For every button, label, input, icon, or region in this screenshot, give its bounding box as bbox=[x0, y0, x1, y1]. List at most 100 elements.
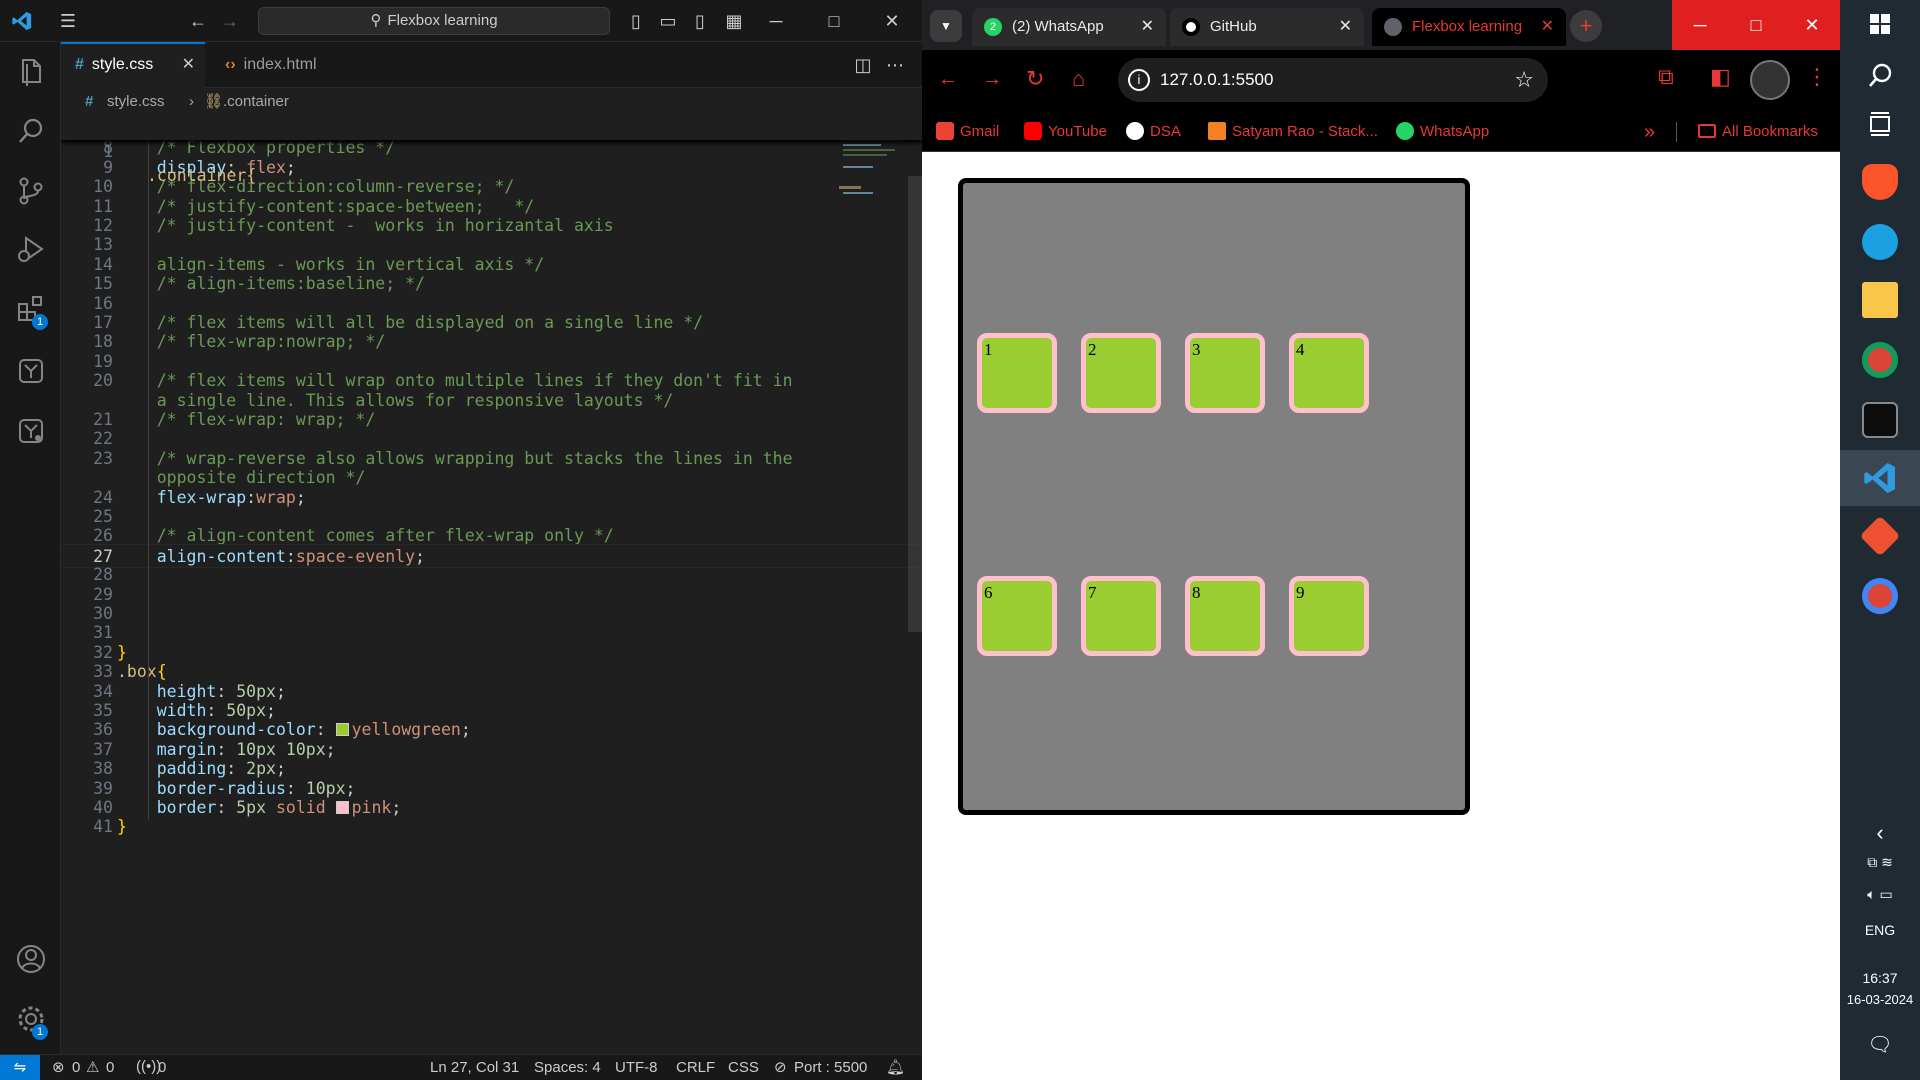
line-text: } bbox=[117, 817, 127, 837]
terminal-icon[interactable] bbox=[1862, 402, 1898, 438]
chrome-tab-github[interactable]: GitHub ✕ bbox=[1170, 8, 1364, 46]
reload-icon[interactable]: ↻ bbox=[1026, 66, 1044, 92]
back-arrow-icon[interactable]: ← bbox=[938, 68, 958, 91]
close-tab-icon[interactable]: ✕ bbox=[1339, 8, 1352, 46]
tray-icons-row-1[interactable]: ⧉ ≋ bbox=[1840, 854, 1920, 871]
close-window-button[interactable]: ✕ bbox=[1784, 0, 1840, 50]
bookmark-whatsapp[interactable]: WhatsApp bbox=[1396, 112, 1489, 152]
volume-battery-icons[interactable]: 🔈︎ ▭ bbox=[1840, 886, 1920, 903]
profile-avatar[interactable] bbox=[1750, 60, 1790, 100]
indentation[interactable]: Spaces: 4 bbox=[534, 1059, 601, 1076]
error-icon: ⊗ bbox=[52, 1059, 65, 1076]
more-actions-icon[interactable]: ⋯ bbox=[881, 53, 909, 77]
warning-count[interactable]: 0 bbox=[106, 1059, 114, 1076]
home-icon[interactable]: ⌂ bbox=[1072, 66, 1085, 92]
task-view-icon[interactable] bbox=[1862, 106, 1898, 142]
explorer-icon[interactable] bbox=[14, 54, 48, 88]
all-bookmarks[interactable]: All Bookmarks bbox=[1698, 112, 1818, 152]
extensions-icon[interactable]: ⧉ bbox=[1658, 64, 1674, 90]
minimize-button[interactable]: ─ bbox=[762, 9, 790, 33]
port-icon: ⊘ bbox=[774, 1059, 787, 1076]
minimize-button[interactable]: ─ bbox=[1672, 0, 1728, 50]
bookmarks-bar: Gmail YouTube DSA Satyam Rao - Stack... … bbox=[922, 112, 1840, 152]
whatsapp-icon bbox=[1396, 122, 1414, 140]
search-icon[interactable] bbox=[1862, 58, 1898, 94]
chrome-profile-icon[interactable] bbox=[1862, 578, 1898, 614]
tab-style-css[interactable]: # style.css ✕ bbox=[61, 42, 205, 88]
more-bookmarks-button[interactable]: » bbox=[1644, 112, 1655, 152]
forward-arrow-icon[interactable]: → bbox=[216, 9, 244, 33]
ports-count[interactable]: 0 bbox=[158, 1059, 166, 1076]
flex-box: 7 bbox=[1081, 576, 1161, 656]
toggle-panel-icon[interactable]: ▭ bbox=[654, 9, 682, 33]
settings-badge: 1 bbox=[32, 1024, 48, 1040]
search-view-icon[interactable] bbox=[14, 114, 48, 148]
bookmark-dsa[interactable]: DSA bbox=[1126, 112, 1181, 152]
close-tab-icon[interactable]: ✕ bbox=[1141, 8, 1154, 46]
show-hidden-icons[interactable]: ‹ bbox=[1840, 820, 1920, 846]
input-language[interactable]: ENG bbox=[1840, 922, 1920, 938]
split-editor-icon[interactable]: ◫ bbox=[849, 53, 877, 77]
remote-window-button[interactable]: ⇋ bbox=[0, 1055, 40, 1080]
close-tab-icon[interactable]: ✕ bbox=[182, 44, 195, 86]
vscode-taskbar-icon[interactable] bbox=[1862, 460, 1898, 496]
close-window-button[interactable]: ✕ bbox=[878, 9, 906, 33]
site-info-icon[interactable]: i bbox=[1128, 69, 1150, 91]
code-line[interactable]: 41} bbox=[61, 815, 922, 839]
accounts-icon[interactable] bbox=[14, 942, 48, 976]
breadcrumb-symbol[interactable]: .container bbox=[223, 88, 289, 116]
live-server-port[interactable]: Port : 5500 bbox=[794, 1059, 867, 1076]
chrome-menu-icon[interactable]: ⋮ bbox=[1806, 64, 1828, 90]
new-tab-button[interactable]: + bbox=[1570, 10, 1602, 42]
tab-index-html[interactable]: ‹› index.html bbox=[211, 42, 361, 88]
clock-time[interactable]: 16:37 bbox=[1840, 970, 1920, 986]
chrome-icon[interactable] bbox=[1862, 342, 1898, 378]
git-icon[interactable] bbox=[1859, 515, 1901, 557]
css-file-icon: # bbox=[75, 56, 84, 73]
source-control-icon[interactable] bbox=[14, 174, 48, 208]
close-tab-icon[interactable]: ✕ bbox=[1541, 8, 1554, 46]
toggle-secondary-sidebar-icon[interactable]: ▯ bbox=[686, 9, 714, 33]
language-mode[interactable]: CSS bbox=[728, 1059, 759, 1076]
back-arrow-icon[interactable]: ← bbox=[184, 9, 212, 33]
tab-search-button[interactable]: ▼ bbox=[930, 10, 962, 42]
run-debug-icon[interactable] bbox=[14, 232, 48, 266]
flex-box: 8 bbox=[1185, 576, 1265, 656]
end-of-line[interactable]: CRLF bbox=[676, 1059, 715, 1076]
chrome-tab-flexbox-learning[interactable]: Flexbox learning ✕ bbox=[1372, 8, 1566, 46]
maximize-button[interactable]: □ bbox=[820, 9, 848, 33]
bookmark-youtube[interactable]: YouTube bbox=[1024, 112, 1107, 152]
forward-arrow-icon[interactable]: → bbox=[982, 68, 1002, 91]
sticky-scroll-header[interactable]: 1 .container{ bbox=[61, 116, 922, 185]
address-bar[interactable]: i 127.0.0.1:5500 ☆ bbox=[1118, 58, 1548, 102]
notification-center-icon[interactable]: 🗨︎ bbox=[1840, 1032, 1920, 1057]
chrome-tab-whatsapp[interactable]: 2 (2) WhatsApp ✕ bbox=[972, 8, 1166, 46]
html-file-icon: ‹› bbox=[225, 56, 236, 73]
breadcrumb-file[interactable]: style.css bbox=[107, 88, 165, 116]
clock-date[interactable]: 16-03-2024 bbox=[1840, 992, 1920, 1007]
source-tree-icon[interactable] bbox=[14, 354, 48, 388]
command-center-search[interactable]: ⚲ Flexbox learning bbox=[258, 7, 610, 35]
file-explorer-icon[interactable] bbox=[1862, 282, 1898, 318]
side-panel-icon[interactable]: ◧ bbox=[1710, 64, 1731, 90]
brave-icon[interactable] bbox=[1862, 164, 1898, 200]
bookmark-gmail[interactable]: Gmail bbox=[936, 112, 999, 152]
windows-start-icon[interactable] bbox=[1862, 6, 1898, 42]
code-editor[interactable]: 1 .container{ 7 border: 5px solid black;… bbox=[61, 116, 922, 1054]
bookmark-star-icon[interactable]: ☆ bbox=[1514, 67, 1534, 93]
customize-layout-icon[interactable]: ▦ bbox=[720, 9, 748, 33]
status-bar: ⇋ ⊗ 0 ⚠ 0 ((•)) 0 Ln 27, Col 31 Spaces: … bbox=[0, 1054, 922, 1080]
toggle-primary-sidebar-icon[interactable]: ▯ bbox=[622, 9, 650, 33]
error-count[interactable]: 0 bbox=[72, 1059, 80, 1076]
indent-guide bbox=[148, 140, 149, 820]
remote-tree-icon[interactable] bbox=[14, 414, 48, 448]
maximize-button[interactable]: □ bbox=[1728, 0, 1784, 50]
encoding[interactable]: UTF-8 bbox=[615, 1059, 658, 1076]
edge-icon[interactable] bbox=[1862, 224, 1898, 260]
editor-scrollbar[interactable] bbox=[908, 176, 922, 632]
bookmark-stackoverflow[interactable]: Satyam Rao - Stack... bbox=[1208, 112, 1378, 152]
menu-icon[interactable]: ☰ bbox=[54, 9, 82, 33]
url-text[interactable]: 127.0.0.1:5500 bbox=[1160, 58, 1273, 102]
cursor-position[interactable]: Ln 27, Col 31 bbox=[430, 1059, 519, 1076]
notifications-icon[interactable]: 🔔︎ bbox=[886, 1058, 905, 1076]
